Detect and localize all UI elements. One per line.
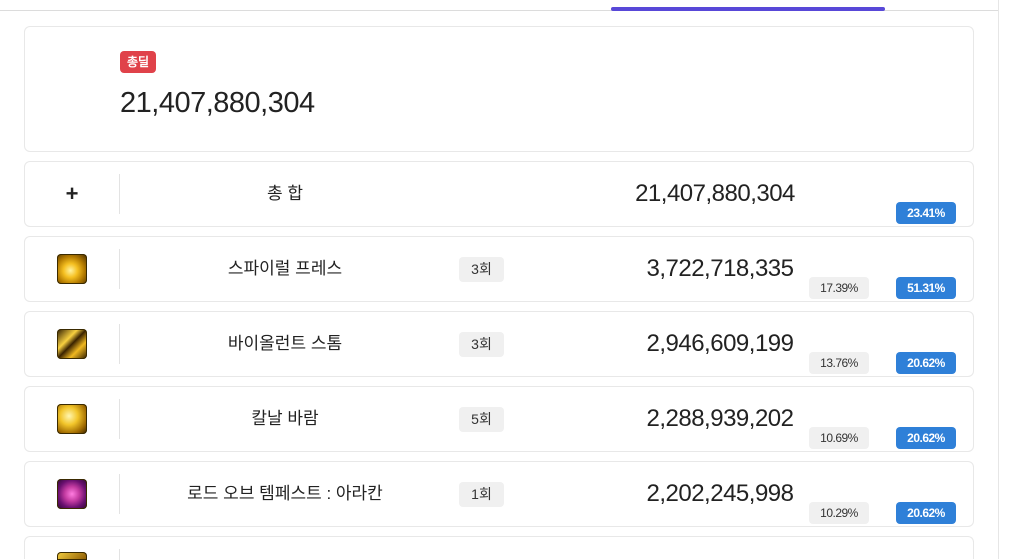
hit-count-badge: 5회 — [459, 407, 504, 432]
skill-row[interactable]: 칼날 바람 5회 2,288,939,202 10.69% 20.62% — [24, 386, 974, 452]
skill-name: 스파이럴 프레스 — [227, 259, 343, 278]
row-divider — [119, 474, 120, 514]
lord-of-tempest-skill-icon — [57, 479, 87, 509]
skill-row-partial[interactable] — [24, 536, 974, 560]
active-tab-indicator — [611, 7, 885, 11]
skill-name: 바이올런트 스톰 — [227, 334, 343, 353]
share-percent-badge: 20.62% — [896, 427, 956, 449]
hit-count-badge: 3회 — [459, 332, 504, 357]
skill-row[interactable]: 로드 오브 템페스트 : 아라칸 1회 2,202,245,998 10.29%… — [24, 461, 974, 527]
spiral-press-skill-icon — [57, 254, 87, 284]
share-percent-badge: 51.31% — [896, 277, 956, 299]
share-percent-badge: 20.62% — [896, 502, 956, 524]
total-damage-badge: 총딜 — [120, 51, 157, 73]
skill-name: 총 합 — [266, 184, 303, 203]
skill-row[interactable]: 바이올런트 스톰 3회 2,946,609,199 13.76% 20.62% — [24, 311, 974, 377]
row-divider — [119, 174, 120, 214]
hit-count-badge: 3회 — [459, 257, 504, 282]
share-percent-badge: 23.41% — [896, 202, 956, 224]
row-divider — [119, 249, 120, 289]
damage-percent-badge: 10.69% — [809, 427, 869, 449]
hit-count-badge: 1회 — [459, 482, 504, 507]
damage-percent-badge: 17.39% — [809, 277, 869, 299]
damage-summary-card: 총딜 21,407,880,304 — [24, 26, 974, 152]
damage-percent-badge: 10.29% — [809, 502, 869, 524]
total-damage-value: 21,407,880,304 — [120, 87, 315, 119]
skill-row[interactable]: 스파이럴 프레스 3회 3,722,718,335 17.39% 51.31% — [24, 236, 974, 302]
blade-wind-skill-icon — [57, 404, 87, 434]
damage-percent-badge: 13.76% — [809, 352, 869, 374]
row-divider — [119, 549, 120, 560]
total-row[interactable]: + 총 합 21,407,880,304 23.41% — [24, 161, 974, 227]
violent-storm-skill-icon — [57, 329, 87, 359]
row-divider — [119, 324, 120, 364]
damage-value: 21,407,880,304 — [635, 180, 795, 207]
share-percent-badge: 20.62% — [896, 352, 956, 374]
scrollbar-track[interactable] — [998, 0, 1033, 559]
skill-name: 칼날 바람 — [251, 409, 319, 428]
skill-name: 로드 오브 템페스트 : 아라칸 — [187, 484, 383, 503]
expand-toggle[interactable]: + — [25, 162, 119, 226]
row-divider — [119, 399, 120, 439]
plus-icon[interactable]: + — [66, 181, 79, 207]
